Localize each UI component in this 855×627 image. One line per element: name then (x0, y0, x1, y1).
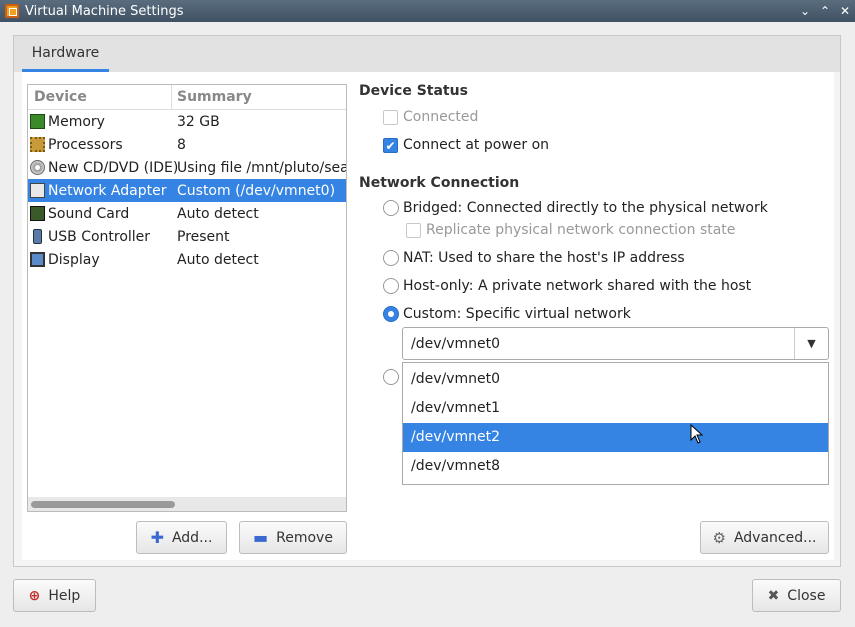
custom-radio-button[interactable] (383, 306, 399, 322)
device-name: Memory (48, 113, 105, 130)
bridged-radio[interactable]: Bridged: Connected directly to the physi… (383, 200, 768, 216)
device-list-header: Device Summary (28, 85, 346, 110)
checkmark-icon[interactable]: ✔ (383, 137, 398, 153)
vmware-app-icon (5, 4, 19, 18)
tab-hardware[interactable]: Hardware (22, 36, 109, 72)
device-row-network-adapter[interactable]: Network Adapter Custom (/dev/vmnet0) (28, 179, 346, 202)
maximize-icon[interactable]: ⌃ (815, 4, 835, 18)
replicate-checkbox-box[interactable] (406, 222, 421, 238)
sound-card-icon (30, 206, 45, 221)
device-name: Display (48, 251, 100, 268)
memory-icon (30, 114, 45, 129)
custom-radio[interactable]: Custom: Specific virtual network (383, 306, 631, 322)
chevron-down-icon[interactable]: ▼ (794, 328, 828, 359)
device-row-usb-controller[interactable]: USB Controller Present (28, 225, 346, 248)
network-dropdown-list[interactable]: /dev/vmnet0 /dev/vmnet1 /dev/vmnet2 /dev… (402, 362, 829, 485)
advanced-button-label: Advanced... (733, 529, 817, 546)
display-icon (30, 252, 45, 267)
device-summary: Using file /mnt/pluto/seaga (177, 159, 346, 176)
network-connection-title: Network Connection (359, 175, 520, 191)
replicate-checkbox[interactable]: Replicate physical network connection st… (406, 222, 735, 238)
advanced-button[interactable]: ⚙ Advanced... (700, 521, 829, 554)
cd-dvd-icon (30, 160, 45, 175)
replicate-label: Replicate physical network connection st… (426, 222, 736, 238)
column-header-device[interactable]: Device (28, 85, 172, 109)
device-summary: 8 (177, 136, 186, 153)
connected-checkbox-box[interactable] (383, 109, 398, 125)
device-row-display[interactable]: Display Auto detect (28, 248, 346, 271)
nat-label: NAT: Used to share the host's IP address (403, 250, 685, 266)
host-only-label: Host-only: A private network shared with… (403, 278, 752, 294)
device-list[interactable]: Device Summary Memory 32 GB Processors 8… (27, 84, 347, 512)
add-button-label: Add... (171, 529, 213, 546)
mouse-cursor-icon (690, 424, 704, 444)
connected-checkbox[interactable]: Connected (383, 109, 478, 125)
nat-radio[interactable]: NAT: Used to share the host's IP address (383, 250, 685, 266)
minus-icon: ▬ (253, 528, 269, 547)
minimize-icon[interactable]: ⌄ (795, 4, 815, 18)
horizontal-scrollbar[interactable] (28, 497, 346, 511)
title-bar: Virtual Machine Settings ⌄ ⌃ ✕ (0, 0, 855, 22)
usb-controller-icon (33, 229, 42, 244)
combo-value: /dev/vmnet0 (411, 335, 501, 352)
column-header-summary[interactable]: Summary (172, 85, 252, 109)
connect-power-on-checkbox[interactable]: ✔ Connect at power on (383, 137, 549, 153)
nat-radio-button[interactable] (383, 250, 399, 266)
host-only-radio[interactable]: Host-only: A private network shared with… (383, 278, 751, 294)
device-status-title: Device Status (359, 83, 468, 99)
processor-icon (30, 137, 45, 152)
device-row-sound-card[interactable]: Sound Card Auto detect (28, 202, 346, 225)
device-summary: 32 GB (177, 113, 220, 130)
remove-button-label: Remove (276, 529, 333, 546)
tab-bar: Hardware (14, 36, 840, 72)
device-summary: Custom (/dev/vmnet0) (177, 182, 336, 199)
lan-segment-radio[interactable] (383, 369, 403, 385)
dropdown-option-vmnet0[interactable]: /dev/vmnet0 (403, 365, 828, 394)
device-name: New CD/DVD (IDE) (48, 159, 179, 176)
dropdown-option-vmnet8[interactable]: /dev/vmnet8 (403, 452, 828, 481)
close-window-icon[interactable]: ✕ (835, 4, 855, 18)
hardware-content: Device Summary Memory 32 GB Processors 8… (22, 72, 834, 560)
device-name: Processors (48, 136, 123, 153)
gears-icon: ⚙ (712, 528, 726, 547)
custom-network-combo[interactable]: /dev/vmnet0 ▼ (402, 327, 829, 360)
dropdown-option-vmnet2[interactable]: /dev/vmnet2 (403, 423, 828, 452)
network-adapter-icon (30, 183, 45, 198)
plus-icon: ✚ (150, 528, 164, 547)
window-title: Virtual Machine Settings (25, 3, 184, 19)
add-button[interactable]: ✚ Add... (136, 521, 227, 554)
device-summary: Auto detect (177, 251, 259, 268)
remove-button[interactable]: ▬ Remove (239, 521, 347, 554)
close-button[interactable]: ✖ Close (752, 579, 841, 612)
device-row-cd-dvd[interactable]: New CD/DVD (IDE) Using file /mnt/pluto/s… (28, 156, 346, 179)
help-button[interactable]: ⊕ Help (13, 579, 96, 612)
device-row-processors[interactable]: Processors 8 (28, 133, 346, 156)
lan-segment-radio-button[interactable] (383, 369, 399, 385)
device-name: USB Controller (48, 228, 151, 245)
settings-panel: Hardware Device Summary Memory 32 GB Pro… (13, 35, 841, 567)
device-summary: Auto detect (177, 205, 259, 222)
dropdown-option-vmnet1[interactable]: /dev/vmnet1 (403, 394, 828, 423)
device-name: Network Adapter (48, 182, 167, 199)
bridged-radio-button[interactable] (383, 200, 399, 216)
close-icon: ✖ (767, 587, 780, 604)
device-summary: Present (177, 228, 230, 245)
connected-label: Connected (403, 109, 479, 125)
custom-label: Custom: Specific virtual network (403, 306, 631, 322)
connect-power-on-label: Connect at power on (403, 137, 550, 153)
help-button-label: Help (48, 587, 81, 604)
device-name: Sound Card (48, 205, 130, 222)
close-button-label: Close (787, 587, 826, 604)
help-icon: ⊕ (28, 587, 41, 604)
host-only-radio-button[interactable] (383, 278, 399, 294)
scrollbar-thumb[interactable] (31, 501, 175, 508)
bridged-label: Bridged: Connected directly to the physi… (403, 200, 768, 216)
device-row-memory[interactable]: Memory 32 GB (28, 110, 346, 133)
